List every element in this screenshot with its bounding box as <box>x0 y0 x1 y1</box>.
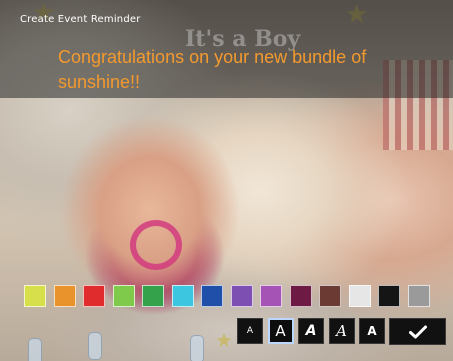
color-swatch[interactable] <box>201 285 223 307</box>
bottle-decoration <box>88 332 102 360</box>
color-swatch[interactable] <box>230 285 253 307</box>
event-reminder-editor: ★ ★ ★ Create Event Reminder It's a Boy C… <box>0 0 453 361</box>
font-style-button-script[interactable]: A <box>328 318 355 344</box>
bottle-decoration <box>28 338 42 361</box>
star-decoration-icon: ★ <box>215 328 233 352</box>
header-overlay: Create Event Reminder It's a Boy Congrat… <box>0 0 453 98</box>
pacifier-shape <box>130 220 182 270</box>
color-swatch[interactable] <box>24 285 46 307</box>
font-style-label: A <box>246 326 254 336</box>
color-swatch[interactable] <box>53 285 76 307</box>
font-style-label: A <box>305 323 317 339</box>
reminder-message[interactable]: Congratulations on your new bundle of su… <box>58 45 418 95</box>
font-style-button-regular[interactable]: A <box>267 318 294 344</box>
font-style-button-italic[interactable]: A <box>298 318 324 344</box>
color-swatch[interactable] <box>348 285 371 307</box>
color-swatch[interactable] <box>171 285 194 307</box>
color-swatch[interactable] <box>407 285 430 307</box>
font-style-label: A <box>336 322 347 340</box>
window-title: Create Event Reminder <box>20 14 141 25</box>
font-style-label: A <box>367 324 377 338</box>
confirm-button[interactable] <box>389 318 446 345</box>
color-swatch[interactable] <box>289 285 312 307</box>
font-style-button-bold[interactable]: A <box>359 318 385 344</box>
color-swatch[interactable] <box>378 285 400 307</box>
checkmark-icon <box>408 325 427 338</box>
color-swatch[interactable] <box>83 285 105 307</box>
bottle-decoration <box>190 335 204 361</box>
font-style-label: A <box>275 322 286 340</box>
color-swatch[interactable] <box>319 285 341 307</box>
font-style-button-small[interactable]: A <box>237 318 263 344</box>
color-swatch[interactable] <box>260 285 282 307</box>
color-swatch[interactable] <box>112 285 135 307</box>
color-swatch[interactable] <box>142 285 164 307</box>
color-palette <box>24 285 447 309</box>
